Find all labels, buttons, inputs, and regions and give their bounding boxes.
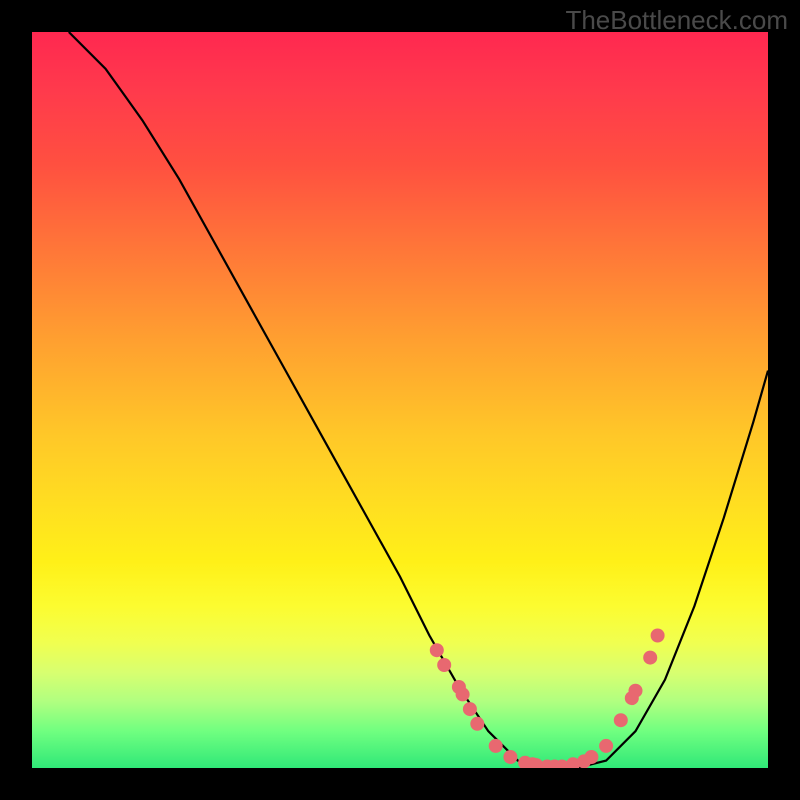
data-marker [430,643,444,657]
data-marker [599,739,613,753]
data-marker [503,750,517,764]
data-marker [437,658,451,672]
data-marker [489,739,503,753]
data-marker [651,629,665,643]
data-marker [470,717,484,731]
data-marker [614,713,628,727]
data-marker [584,750,598,764]
data-marker [456,687,470,701]
plot-area [32,32,768,768]
curve-group [69,32,768,768]
bottleneck-curve-line [69,32,768,768]
watermark-text: TheBottleneck.com [565,5,788,36]
data-markers [430,629,665,769]
data-marker [629,684,643,698]
curve-svg [32,32,768,768]
chart-container: TheBottleneck.com [0,0,800,800]
data-marker [463,702,477,716]
data-marker [643,651,657,665]
